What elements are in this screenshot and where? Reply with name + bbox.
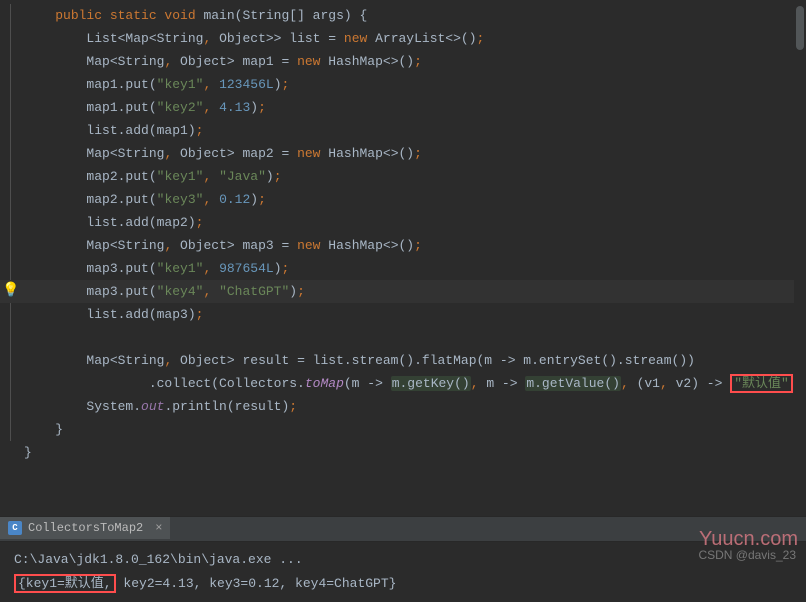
vertical-scrollbar[interactable]	[794, 0, 806, 490]
code-editor[interactable]: public static void main(String[] args) {…	[0, 0, 806, 468]
attribution-text: CSDN @davis_23	[698, 548, 796, 562]
highlight-box-output: {key1=默认值,	[14, 574, 116, 593]
tab-label: CollectorsToMap2	[28, 521, 143, 535]
tab-run-config[interactable]: C CollectorsToMap2 ×	[0, 517, 170, 541]
run-tool-window-tabs: C CollectorsToMap2 ×	[0, 516, 806, 542]
class-icon: C	[8, 521, 22, 535]
close-icon[interactable]: ×	[155, 521, 162, 535]
console-output[interactable]: C:\Java\jdk1.8.0_162\bin\java.exe ... {k…	[0, 542, 806, 602]
console-result: {key1=默认值, key2=4.13, key3=0.12, key4=Ch…	[14, 572, 792, 596]
intention-bulb-icon[interactable]: 💡	[2, 280, 19, 303]
console-command: C:\Java\jdk1.8.0_162\bin\java.exe ...	[14, 548, 792, 572]
current-line[interactable]: 💡 map3.put("key4", "ChatGPT");	[0, 280, 806, 303]
highlight-box-default-value: "默认值"	[730, 374, 793, 393]
scrollbar-thumb[interactable]	[796, 6, 804, 50]
